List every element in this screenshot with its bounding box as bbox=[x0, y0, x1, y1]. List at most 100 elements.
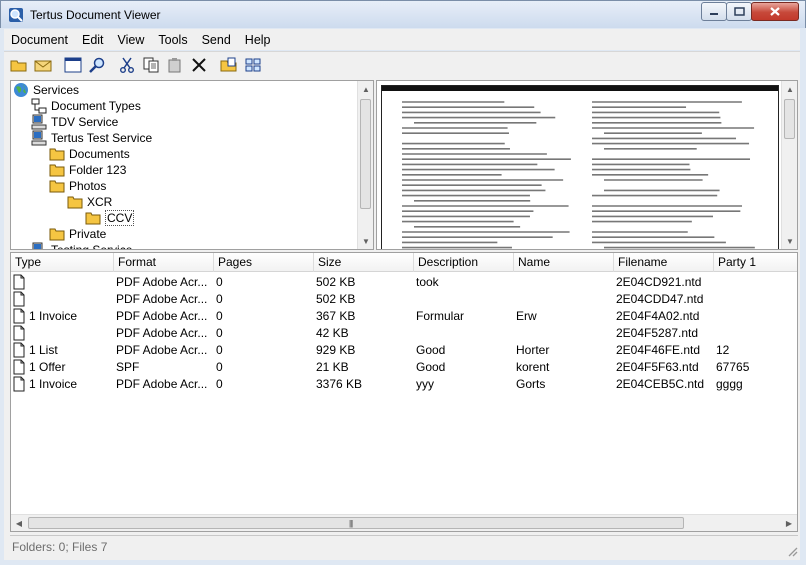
page-text-lines bbox=[402, 101, 755, 249]
cell-filename: 2E04F5287.ntd bbox=[616, 326, 699, 340]
table-row[interactable]: PDF Adobe Acr... 0 42 KB 2E04F5287.ntd bbox=[11, 325, 797, 342]
tree-scroll-thumb[interactable] bbox=[360, 99, 371, 209]
tree-item-label: Services bbox=[33, 83, 80, 97]
paste-button[interactable] bbox=[164, 54, 186, 76]
find-button[interactable] bbox=[86, 54, 108, 76]
preview-scroll-down-icon[interactable]: ▼ bbox=[782, 233, 797, 249]
cell-filename: 2E04CD921.ntd bbox=[616, 275, 702, 289]
tree-item[interactable]: Folder 123 bbox=[49, 162, 126, 178]
window-icon bbox=[64, 57, 82, 73]
document-icon bbox=[13, 325, 25, 341]
cell-filename: 2E04CEB5C.ntd bbox=[616, 377, 705, 391]
copy-button[interactable] bbox=[140, 54, 162, 76]
cell-party1 bbox=[716, 274, 796, 291]
menu-view[interactable]: View bbox=[111, 33, 152, 47]
cell-pages: 0 bbox=[216, 377, 223, 391]
tree-item[interactable]: Tertus Test Service bbox=[31, 130, 152, 146]
column-name[interactable]: Name bbox=[514, 253, 614, 272]
tree-item-label: XCR bbox=[87, 195, 113, 209]
menu-send[interactable]: Send bbox=[195, 33, 238, 47]
tree-item[interactable]: Photos bbox=[49, 178, 106, 194]
mail-button[interactable] bbox=[32, 54, 54, 76]
menu-edit[interactable]: Edit bbox=[75, 33, 111, 47]
tree-vertical-scrollbar[interactable]: ▲ ▼ bbox=[357, 81, 373, 249]
document-icon bbox=[13, 342, 25, 358]
resize-grip-icon[interactable] bbox=[786, 545, 798, 557]
preview-scroll-thumb[interactable] bbox=[784, 99, 795, 139]
list-scroll-thumb[interactable]: ||| bbox=[28, 517, 684, 529]
document-icon bbox=[13, 376, 25, 392]
grid-button[interactable] bbox=[242, 54, 264, 76]
tree-item[interactable]: Services bbox=[13, 82, 79, 98]
tree-item[interactable]: Testing Service bbox=[31, 242, 132, 249]
folder-icon bbox=[49, 226, 65, 242]
cell-size: 42 KB bbox=[316, 326, 349, 340]
column-pages[interactable]: Pages bbox=[214, 253, 314, 272]
cell-pages: 0 bbox=[216, 326, 223, 340]
column-filename[interactable]: Filename bbox=[614, 253, 714, 272]
cell-pages: 0 bbox=[216, 275, 223, 289]
tree-item[interactable]: Document Types bbox=[31, 98, 141, 114]
tree-item[interactable]: Private bbox=[49, 226, 106, 242]
menu-help[interactable]: Help bbox=[238, 33, 278, 47]
cell-size: 21 KB bbox=[316, 360, 349, 374]
column-party-1[interactable]: Party 1 bbox=[714, 253, 797, 272]
tree-item-label: Tertus Test Service bbox=[51, 131, 153, 145]
folder-icon bbox=[49, 146, 65, 162]
document-preview[interactable]: ▲ ▼ bbox=[376, 80, 798, 250]
folder-up-button[interactable] bbox=[218, 54, 240, 76]
cell-name bbox=[516, 325, 614, 342]
table-row[interactable]: 1 Offer SPF 0 21 KB Good korent 2E04F5F63.ntd 6… bbox=[11, 359, 797, 376]
tree-item[interactable]: TDV Service bbox=[31, 114, 118, 130]
column-description[interactable]: Description bbox=[414, 253, 514, 272]
folder-icon bbox=[67, 194, 83, 210]
tree-item-label: Photos bbox=[69, 179, 107, 193]
cell-name: Horter bbox=[516, 343, 550, 357]
status-text: Folders: 0; Files 7 bbox=[12, 540, 108, 554]
table-row[interactable]: PDF Adobe Acr... 0 502 KB 2E04CDD47.ntd bbox=[11, 291, 797, 308]
cell-format: PDF Adobe Acr... bbox=[116, 309, 208, 323]
cell-description: Good bbox=[416, 343, 446, 357]
table-row[interactable]: 1 List PDF Adobe Acr... 0 929 KB Good Horter 2… bbox=[11, 342, 797, 359]
cell-filename: 2E04F46FE.ntd bbox=[616, 343, 701, 357]
cell-name: Gorts bbox=[516, 377, 546, 391]
preview-page bbox=[381, 85, 779, 249]
tree-item-label: CCV bbox=[105, 210, 135, 226]
cell-type bbox=[29, 291, 114, 308]
maximize-button[interactable] bbox=[726, 2, 752, 21]
scroll-right-arrow-icon[interactable]: ▶ bbox=[781, 515, 797, 531]
preview-vertical-scrollbar[interactable]: ▲ ▼ bbox=[781, 81, 797, 249]
menu-tools[interactable]: Tools bbox=[151, 33, 194, 47]
scroll-left-arrow-icon[interactable]: ◀ bbox=[11, 515, 27, 531]
folder-icon bbox=[49, 162, 65, 178]
scroll-down-arrow-icon[interactable]: ▼ bbox=[358, 233, 373, 249]
view-window-button[interactable] bbox=[62, 54, 84, 76]
column-type[interactable]: Type bbox=[11, 253, 114, 272]
cell-format: SPF bbox=[116, 360, 140, 374]
cell-pages: 0 bbox=[216, 343, 223, 357]
minimize-button[interactable] bbox=[701, 2, 727, 21]
window-title: Tertus Document Viewer bbox=[30, 8, 161, 22]
open-button[interactable] bbox=[8, 54, 30, 76]
column-format[interactable]: Format bbox=[114, 253, 214, 272]
delete-button[interactable] bbox=[188, 54, 210, 76]
paste-icon bbox=[168, 58, 181, 73]
cut-button[interactable] bbox=[116, 54, 138, 76]
tree-item[interactable]: XCR bbox=[67, 194, 112, 210]
tree-item[interactable]: CCV bbox=[85, 210, 135, 226]
tree-item[interactable]: Documents bbox=[49, 146, 130, 162]
column-size[interactable]: Size bbox=[314, 253, 414, 272]
list-horizontal-scrollbar[interactable]: ◀ ||| ▶ bbox=[11, 514, 797, 531]
menu-document[interactable]: Document bbox=[4, 33, 75, 47]
scroll-up-arrow-icon[interactable]: ▲ bbox=[358, 81, 373, 97]
cell-format: PDF Adobe Acr... bbox=[116, 326, 208, 340]
cell-filename: 2E04F4A02.ntd bbox=[616, 309, 700, 323]
table-row[interactable]: 1 Invoice PDF Adobe Acr... 0 3376 KB yyy Gort… bbox=[11, 376, 797, 393]
table-row[interactable]: PDF Adobe Acr... 0 502 KB took 2E04CD921.ntd bbox=[11, 274, 797, 291]
cell-type: 1 Invoice bbox=[29, 377, 78, 391]
table-row[interactable]: 1 Invoice PDF Adobe Acr... 0 367 KB Formular… bbox=[11, 308, 797, 325]
preview-scroll-up-icon[interactable]: ▲ bbox=[782, 81, 797, 97]
toolbar bbox=[4, 51, 800, 78]
tree-item-label: Document Types bbox=[51, 99, 141, 113]
close-button[interactable] bbox=[751, 2, 799, 21]
